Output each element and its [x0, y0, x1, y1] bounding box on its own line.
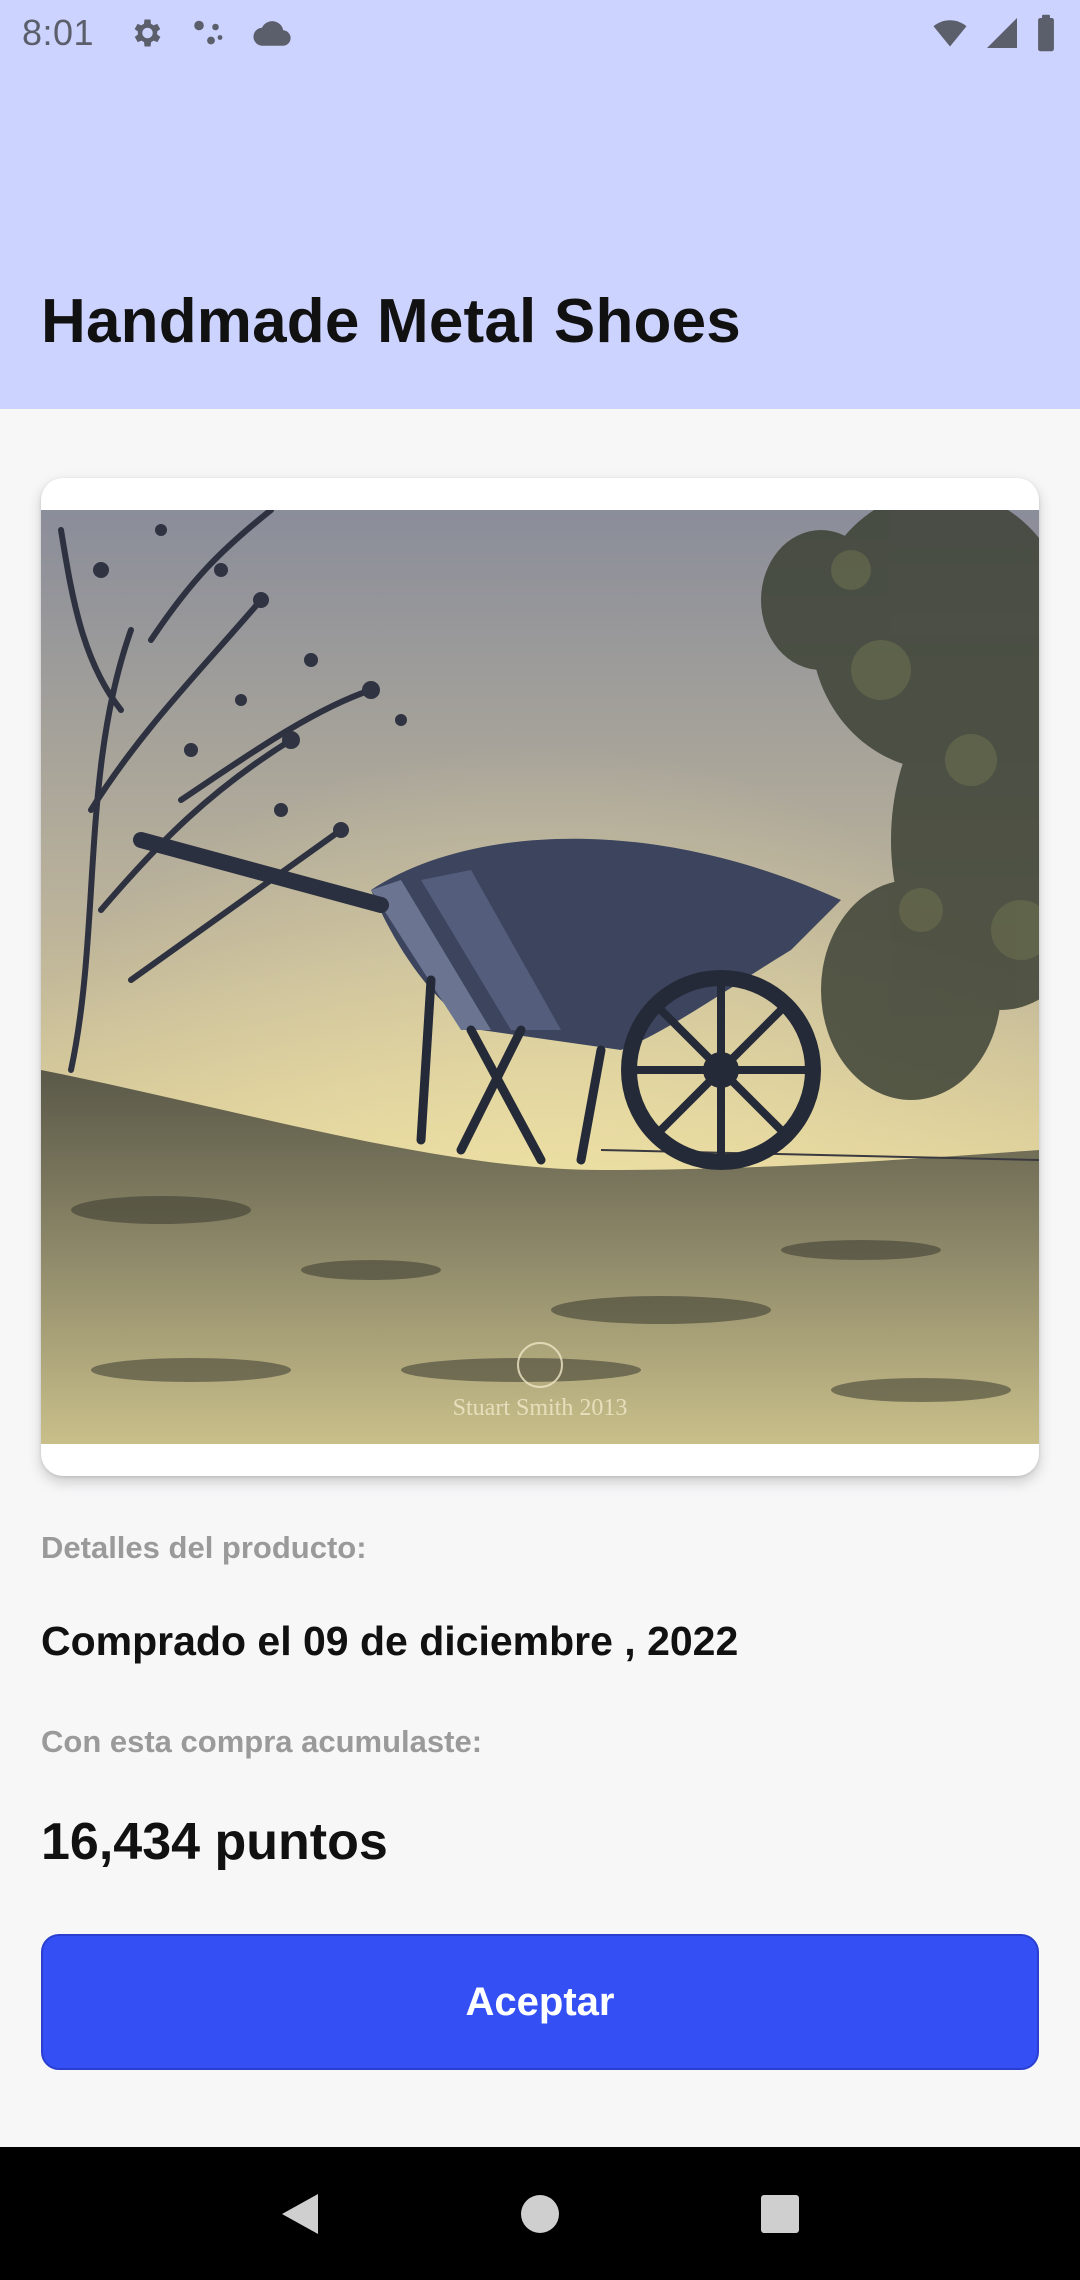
nav-back-button[interactable]: [260, 2174, 340, 2254]
purchase-date: Comprado el 09 de diciembre , 2022: [41, 1618, 739, 1664]
gear-icon: [134, 19, 161, 47]
cell-signal-icon: [987, 18, 1017, 48]
home-icon: [521, 2194, 559, 2233]
accumulated-label: Con esta compra acumulaste:: [41, 1724, 483, 1759]
status-right-icons: [930, 14, 1058, 52]
recents-icon: [761, 2194, 799, 2233]
product-image: Stuart Smith 2013: [41, 510, 1039, 1444]
accept-button[interactable]: Aceptar: [41, 1934, 1039, 2070]
status-time: 8:01: [22, 12, 95, 53]
battery-icon: [1038, 14, 1054, 52]
status-left-icons: [128, 15, 292, 51]
product-image-card: Stuart Smith 2013: [41, 478, 1039, 1476]
app-header: 8:01 Handmade Metal Shoes: [0, 0, 1080, 409]
points-value: 16,434 puntos: [41, 1813, 388, 1871]
nav-recents-button[interactable]: [740, 2174, 820, 2254]
status-bar: 8:01: [0, 0, 1080, 66]
nav-home-button[interactable]: [500, 2174, 580, 2254]
cloud-icon: [253, 21, 291, 46]
product-detail-screen: 8:01 Handmade Metal Shoes Stuart Smith 2…: [0, 0, 1080, 2280]
navigation-bar: [0, 2147, 1080, 2280]
wifi-icon: [933, 20, 967, 47]
assistant-dots-icon: [194, 20, 223, 45]
image-watermark: Stuart Smith 2013: [453, 1395, 628, 1421]
details-label: Detalles del producto:: [41, 1530, 367, 1565]
back-icon: [282, 2193, 318, 2234]
page-title: Handmade Metal Shoes: [41, 287, 741, 356]
